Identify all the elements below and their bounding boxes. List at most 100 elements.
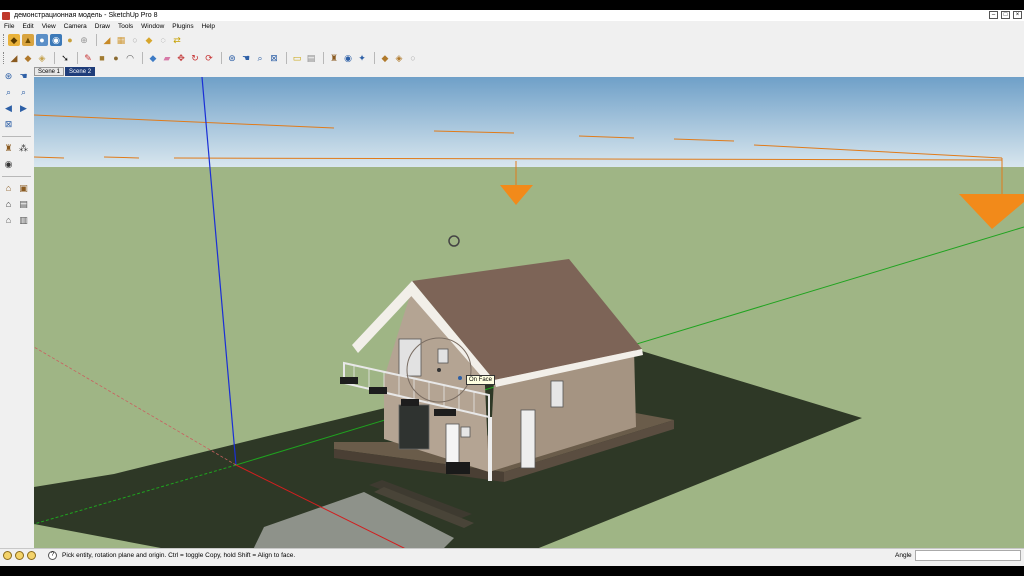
look-around-icon[interactable]: ◉ bbox=[342, 52, 354, 64]
arc-icon[interactable]: ◠ bbox=[124, 52, 136, 64]
rotate-icon[interactable]: ↻ bbox=[189, 52, 201, 64]
share-component-icon[interactable]: ● bbox=[36, 33, 48, 46]
rotate-origin bbox=[437, 368, 441, 372]
follow-me-icon[interactable]: ⟳ bbox=[203, 52, 215, 64]
look-around-icon[interactable]: ◉ bbox=[2, 158, 15, 171]
iso-view-icon[interactable]: ⌂ bbox=[2, 182, 15, 195]
measurements-box[interactable] bbox=[915, 550, 1021, 561]
measurements-label: Angle bbox=[895, 552, 912, 559]
push-pull-icon[interactable]: ◆ bbox=[147, 52, 159, 64]
styles-icon[interactable]: ○ bbox=[407, 52, 419, 64]
flower-box-1 bbox=[340, 377, 358, 384]
make-component-icon[interactable]: ◢ bbox=[8, 52, 20, 64]
menu-window[interactable]: Window bbox=[137, 23, 168, 30]
maximize-button[interactable]: □ bbox=[1001, 11, 1010, 19]
walk-icon[interactable]: ✦ bbox=[356, 52, 368, 64]
flower-box-3 bbox=[401, 399, 419, 406]
window-small-side bbox=[460, 426, 471, 438]
pencil-icon[interactable]: ✎ bbox=[82, 52, 94, 64]
toolbar-grip[interactable] bbox=[3, 33, 6, 46]
share-model-icon[interactable]: ▲ bbox=[22, 33, 34, 46]
orbit-icon[interactable]: ⊛ bbox=[2, 70, 15, 83]
credits-status-icon[interactable] bbox=[15, 551, 24, 560]
minimize-button[interactable]: – bbox=[989, 11, 998, 19]
title-bar: демонстрационная модель - SketchUp Pro 8… bbox=[0, 10, 1024, 21]
rectangle-icon[interactable]: ■ bbox=[96, 52, 108, 64]
menu-draw[interactable]: Draw bbox=[91, 23, 114, 30]
tape-measure-icon[interactable]: ▭ bbox=[291, 52, 303, 64]
toolbar-google: ◆ ▲ ● ◉ ● ⊕ ◢ ▦ ○ ◆ ◌ ⇄ bbox=[0, 32, 185, 47]
toolbar-large-tool-set: ◢ ◆ ◈ ➘ ✎ ■ ● ◠ ◆ ▰ ✥ ↻ ⟳ ⊛ ☚ ⌕ ⊠ ▭ ▤ ♜ … bbox=[0, 50, 421, 65]
zoom-icon[interactable]: ⌕ bbox=[254, 52, 266, 64]
flower-box-2 bbox=[369, 387, 387, 394]
move-icon[interactable]: ✥ bbox=[175, 52, 187, 64]
front-door bbox=[398, 404, 430, 450]
porch-column bbox=[488, 417, 492, 481]
drape-icon[interactable]: ◌ bbox=[157, 34, 169, 46]
previous-view-icon[interactable]: ◀ bbox=[2, 102, 15, 115]
instructor-help-icon[interactable]: ? bbox=[48, 551, 57, 560]
get-models-icon[interactable]: ◆ bbox=[8, 33, 20, 46]
circle-icon[interactable]: ● bbox=[110, 52, 122, 64]
sky bbox=[34, 77, 1024, 167]
menu-bar: File Edit View Camera Draw Tools Window … bbox=[0, 21, 1024, 31]
close-button[interactable]: × bbox=[1013, 11, 1022, 19]
menu-edit[interactable]: Edit bbox=[18, 23, 37, 30]
window-title: демонстрационная модель - SketchUp Pro 8 bbox=[14, 12, 158, 19]
zoom-window-icon[interactable]: ⌕ bbox=[17, 86, 30, 99]
menu-help[interactable]: Help bbox=[198, 23, 219, 30]
stamp-icon[interactable]: ◆ bbox=[143, 34, 155, 46]
bench bbox=[446, 462, 470, 474]
geo-location-icon[interactable]: ⊕ bbox=[78, 34, 90, 46]
menu-view[interactable]: View bbox=[38, 23, 60, 30]
orbit-icon[interactable]: ⊛ bbox=[226, 52, 238, 64]
scene-tab-1[interactable]: Scene 1 bbox=[34, 67, 65, 76]
text-icon[interactable]: ▤ bbox=[305, 52, 317, 64]
status-hint: Pick entity, rotation plane and origin. … bbox=[62, 552, 296, 559]
smoove-icon[interactable]: ○ bbox=[129, 34, 141, 46]
eraser-icon[interactable]: ▰ bbox=[161, 52, 173, 64]
google-earth-icon[interactable]: ◉ bbox=[50, 33, 62, 46]
model-viewport[interactable]: On Face bbox=[34, 77, 1024, 558]
position-camera-icon[interactable]: ♜ bbox=[2, 142, 15, 155]
toggle-terrain-icon[interactable]: ● bbox=[64, 34, 76, 46]
zoom-extents-icon[interactable]: ⊠ bbox=[268, 52, 280, 64]
zoom-extents-icon[interactable]: ⊠ bbox=[2, 118, 15, 131]
front-view-icon[interactable]: ⌂ bbox=[2, 198, 15, 211]
paint-icon[interactable]: ◆ bbox=[22, 52, 34, 64]
inference-point bbox=[458, 376, 462, 380]
measure-icon[interactable]: ◈ bbox=[36, 52, 48, 64]
model-scene bbox=[34, 77, 1024, 558]
geo-location-status-icon[interactable] bbox=[3, 551, 12, 560]
menu-file[interactable]: File bbox=[0, 23, 18, 30]
materials-icon[interactable]: ◈ bbox=[393, 52, 405, 64]
select-icon[interactable]: ➘ bbox=[59, 52, 71, 64]
left-view-icon[interactable]: ▥ bbox=[17, 214, 30, 227]
right-view-icon[interactable]: ▤ bbox=[17, 198, 30, 211]
walk-icon[interactable]: ⁂ bbox=[17, 142, 30, 155]
left-camera-toolbar: ⊛ ☚ ⌕ ⌕ ◀ ▶ ⊠ ♜ ⁂ ◉ ⌂ ▣ ⌂ ▤ ⌂ ▥ bbox=[0, 68, 33, 558]
window-upper-small bbox=[437, 348, 449, 364]
top-view-icon[interactable]: ▣ bbox=[17, 182, 30, 195]
flower-box-4 bbox=[434, 409, 456, 416]
zoom-icon[interactable]: ⌕ bbox=[2, 86, 15, 99]
components-icon[interactable]: ◆ bbox=[379, 52, 391, 64]
back-view-icon[interactable]: ⌂ bbox=[2, 214, 15, 227]
sandbox-from-scratch-icon[interactable]: ▦ bbox=[115, 34, 127, 46]
pan-icon[interactable]: ☚ bbox=[240, 52, 252, 64]
menu-camera[interactable]: Camera bbox=[60, 23, 91, 30]
next-view-icon[interactable]: ▶ bbox=[17, 102, 30, 115]
menu-plugins[interactable]: Plugins bbox=[168, 23, 197, 30]
toolbar-grip[interactable] bbox=[3, 51, 6, 64]
position-camera-icon[interactable]: ♜ bbox=[328, 52, 340, 64]
sandbox-from-contours-icon[interactable]: ◢ bbox=[101, 34, 113, 46]
side-door bbox=[520, 409, 536, 469]
sketchup-window: демонстрационная модель - SketchUp Pro 8… bbox=[0, 10, 1024, 566]
menu-tools[interactable]: Tools bbox=[114, 23, 137, 30]
pan-icon[interactable]: ☚ bbox=[17, 70, 30, 83]
flip-edge-icon[interactable]: ⇄ bbox=[171, 34, 183, 46]
front-door-white bbox=[445, 423, 460, 467]
scene-tabs: Scene 1 Scene 2 bbox=[34, 67, 96, 76]
user-status-icon[interactable] bbox=[27, 551, 36, 560]
scene-tab-2[interactable]: Scene 2 bbox=[65, 67, 96, 76]
